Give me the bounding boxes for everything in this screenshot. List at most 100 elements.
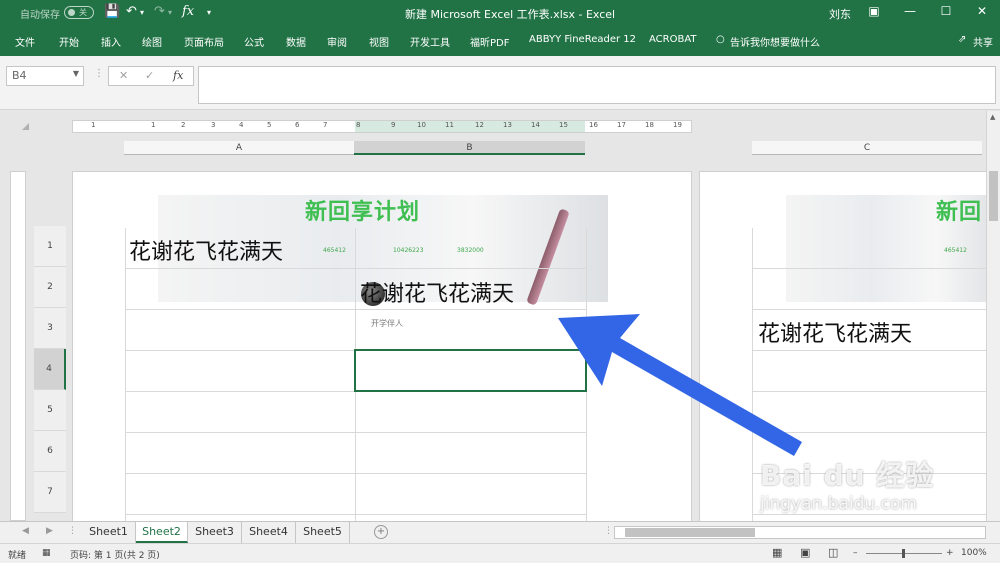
tab-data[interactable]: 数据: [286, 34, 306, 49]
sheet-tab-5[interactable]: Sheet5: [296, 522, 350, 543]
row-header-2[interactable]: 2: [34, 267, 66, 308]
window-title: 新建 Microsoft Excel 工作表.xlsx - Excel: [405, 8, 616, 21]
watermark-site: jingyan.baidu.com: [760, 494, 917, 514]
autosave-toggle[interactable]: 关: [64, 6, 94, 19]
stat-value: 465412: [323, 247, 346, 254]
column-header-b[interactable]: B: [354, 141, 585, 155]
ruler-selection: [355, 121, 585, 132]
tab-draw[interactable]: 绘图: [142, 34, 162, 49]
undo-dropdown-icon[interactable]: ▾: [140, 8, 144, 17]
ruler-number: 12: [475, 121, 484, 129]
insert-function-icon[interactable]: fx: [182, 4, 194, 19]
status-mode: 就绪: [8, 551, 27, 561]
zoom-in-icon[interactable]: +: [946, 548, 954, 558]
ruler-number: 2: [181, 121, 186, 129]
share-button[interactable]: 共享: [973, 34, 993, 49]
row-header-7[interactable]: 7: [34, 472, 66, 513]
chevron-down-icon[interactable]: ▼: [73, 69, 79, 78]
minimize-icon[interactable]: —: [900, 4, 920, 18]
ruler-number: 11: [445, 121, 454, 129]
scroll-up-icon[interactable]: ▲: [990, 113, 995, 121]
maximize-icon[interactable]: ☐: [936, 4, 956, 18]
ruler-number: 18: [645, 121, 654, 129]
drag-handle-icon[interactable]: ⋮: [94, 68, 104, 79]
sheet-tab-4[interactable]: Sheet4: [242, 522, 296, 543]
tab-split-icon[interactable]: ⋮: [604, 526, 613, 536]
save-icon[interactable]: 💾: [104, 4, 120, 19]
macro-record-icon[interactable]: ▦: [42, 548, 51, 558]
annotation-arrow: [558, 314, 802, 456]
sheet-tab-1[interactable]: Sheet1: [82, 522, 136, 543]
column-header-c[interactable]: C: [752, 141, 982, 155]
banner-title: 新回享计划: [305, 199, 421, 225]
horizontal-scrollbar[interactable]: [614, 526, 986, 539]
formula-bar: B4 ▼ ⋮ ✕ ✓ fx: [0, 56, 1000, 110]
name-box[interactable]: B4 ▼: [6, 66, 84, 86]
tab-formulas[interactable]: 公式: [244, 34, 264, 49]
user-name[interactable]: 刘东: [829, 6, 851, 22]
tell-me-search[interactable]: 告诉我你想要做什么: [730, 34, 820, 49]
insert-function-button[interactable]: fx: [173, 69, 183, 82]
stat-value: 465412: [944, 247, 967, 254]
arrow-shape: [558, 314, 802, 456]
tab-insert[interactable]: 插入: [101, 34, 121, 49]
tab-developer[interactable]: 开发工具: [410, 34, 450, 49]
zoom-level[interactable]: 100%: [961, 548, 987, 558]
status-bar: 就绪 ▦ 页码: 第 1 页(共 2 页) ▦ ▣ ◫ – + 100%: [0, 543, 1000, 563]
close-icon[interactable]: ✕: [972, 4, 992, 18]
next-sheet-icon[interactable]: ▶: [46, 526, 53, 536]
image-caption: 开学伴人: [371, 319, 403, 328]
name-box-value: B4: [12, 69, 27, 82]
row-header-5[interactable]: 5: [34, 390, 66, 431]
prev-sheet-icon[interactable]: ◀: [22, 526, 29, 536]
tab-page-layout[interactable]: 页面布局: [184, 34, 224, 49]
add-sheet-button[interactable]: +: [374, 525, 388, 539]
redo-icon[interactable]: ↷: [154, 4, 165, 19]
zoom-slider-thumb[interactable]: [902, 549, 905, 558]
select-all-icon[interactable]: [22, 123, 29, 130]
row-header-6[interactable]: 6: [34, 431, 66, 472]
page-layout-view-icon[interactable]: ▣: [800, 546, 810, 559]
customize-qat-icon[interactable]: ▾: [207, 8, 211, 17]
tab-review[interactable]: 审阅: [327, 34, 347, 49]
vertical-scrollbar[interactable]: ▲: [986, 111, 1000, 521]
tab-abbyy[interactable]: ABBYY FineReader 12: [529, 34, 636, 45]
formula-input[interactable]: [198, 66, 996, 104]
redo-dropdown-icon[interactable]: ▾: [168, 8, 172, 17]
ribbon-display-icon[interactable]: ▣: [864, 4, 884, 18]
ruler-number: 6: [295, 121, 300, 129]
sheet-tab-3[interactable]: Sheet3: [188, 522, 242, 543]
more-sheets-icon[interactable]: ⋮: [68, 526, 77, 536]
tab-home[interactable]: 开始: [59, 34, 79, 49]
ruler-number: 16: [589, 121, 598, 129]
row-header-4[interactable]: 4: [34, 349, 66, 390]
normal-view-icon[interactable]: ▦: [772, 546, 782, 559]
tab-view[interactable]: 视图: [369, 34, 389, 49]
ruler-number: 9: [391, 121, 396, 129]
cell-a1-text[interactable]: 花谢花飞花满天: [129, 234, 283, 266]
enter-icon[interactable]: ✓: [145, 69, 154, 82]
row-header-1[interactable]: 1: [34, 226, 66, 267]
cell-b2-text[interactable]: 花谢花飞花满天: [360, 276, 514, 308]
stat-value: 3832000: [457, 247, 484, 254]
gridline: [125, 514, 586, 515]
column-header-a[interactable]: A: [124, 141, 354, 155]
share-icon: ⇗: [958, 34, 967, 45]
tab-file[interactable]: 文件: [15, 34, 35, 49]
sheet-tab-2[interactable]: Sheet2: [136, 522, 188, 543]
gridline: [752, 514, 999, 515]
ruler-number: 13: [503, 121, 512, 129]
tab-acrobat[interactable]: ACROBAT: [649, 34, 697, 45]
banner-title: 新回: [936, 199, 983, 225]
formula-buttons: ✕ ✓ fx: [108, 66, 194, 86]
ruler-number: 8: [356, 121, 361, 129]
scroll-thumb[interactable]: [989, 171, 998, 221]
tab-foxit-pdf[interactable]: 福昕PDF: [470, 34, 509, 49]
row-header-3[interactable]: 3: [34, 308, 66, 349]
scroll-thumb[interactable]: [625, 528, 755, 537]
sheet-tab-bar: ◀ ▶ ⋮ Sheet1 Sheet2 Sheet3 Sheet4 Sheet5…: [0, 521, 1000, 543]
page-break-view-icon[interactable]: ◫: [828, 546, 838, 559]
cancel-icon[interactable]: ✕: [119, 69, 128, 82]
zoom-out-icon[interactable]: –: [853, 548, 858, 558]
undo-icon[interactable]: ↶: [126, 4, 137, 19]
